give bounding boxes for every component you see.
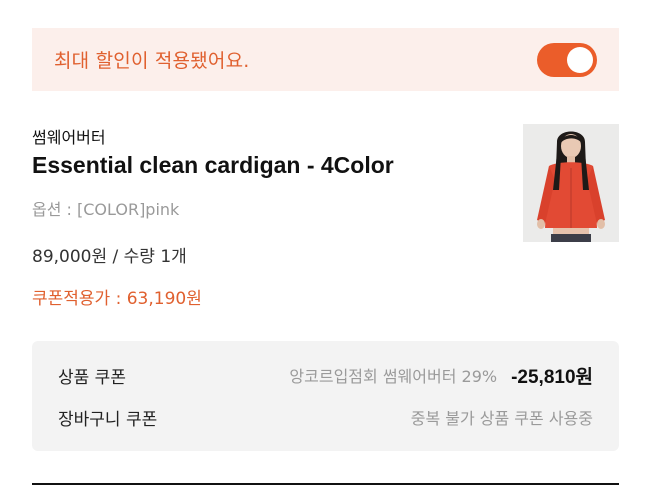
cart-coupon-row[interactable]: 장바구니 쿠폰 중복 불가 상품 쿠폰 사용중 [58,404,593,430]
product-thumbnail-image [523,124,619,242]
max-discount-banner: 최대 할인이 적용됐어요. [32,28,619,91]
brand-name: 썸웨어버터 [32,128,106,147]
max-discount-message: 최대 할인이 적용됐어요. [54,50,250,72]
max-discount-toggle[interactable] [537,42,597,77]
product-coupon-label: 상품 쿠폰 [58,367,126,388]
product-coupon-description: 앙코르입점회 썸웨어버터 29% [289,367,498,386]
coupon-summary-box: 상품 쿠폰 앙코르입점회 썸웨어버터 29% -25,810원 장바구니 쿠폰 … [32,341,619,451]
toggle-knob [567,46,593,73]
product-option: 옵션 : [COLOR]pink [32,200,180,219]
cart-coupon-description: 중복 불가 상품 쿠폰 사용중 [410,409,593,428]
cart-coupon-label: 장바구니 쿠폰 [58,409,158,430]
price-quantity: 89,000원 / 수량 1개 [32,247,187,267]
section-divider [32,483,619,485]
coupon-applied-price: 쿠폰적용가 : 63,190원 [32,289,202,309]
product-coupon-amount: -25,810원 [511,366,593,388]
product-coupon-row[interactable]: 상품 쿠폰 앙코르입점회 썸웨어버터 29% -25,810원 [58,362,593,388]
product-thumbnail[interactable] [523,124,619,242]
product-info: 썸웨어버터 Essential clean cardigan - 4Color … [32,124,619,314]
product-name: Essential clean cardigan - 4Color [32,152,394,178]
